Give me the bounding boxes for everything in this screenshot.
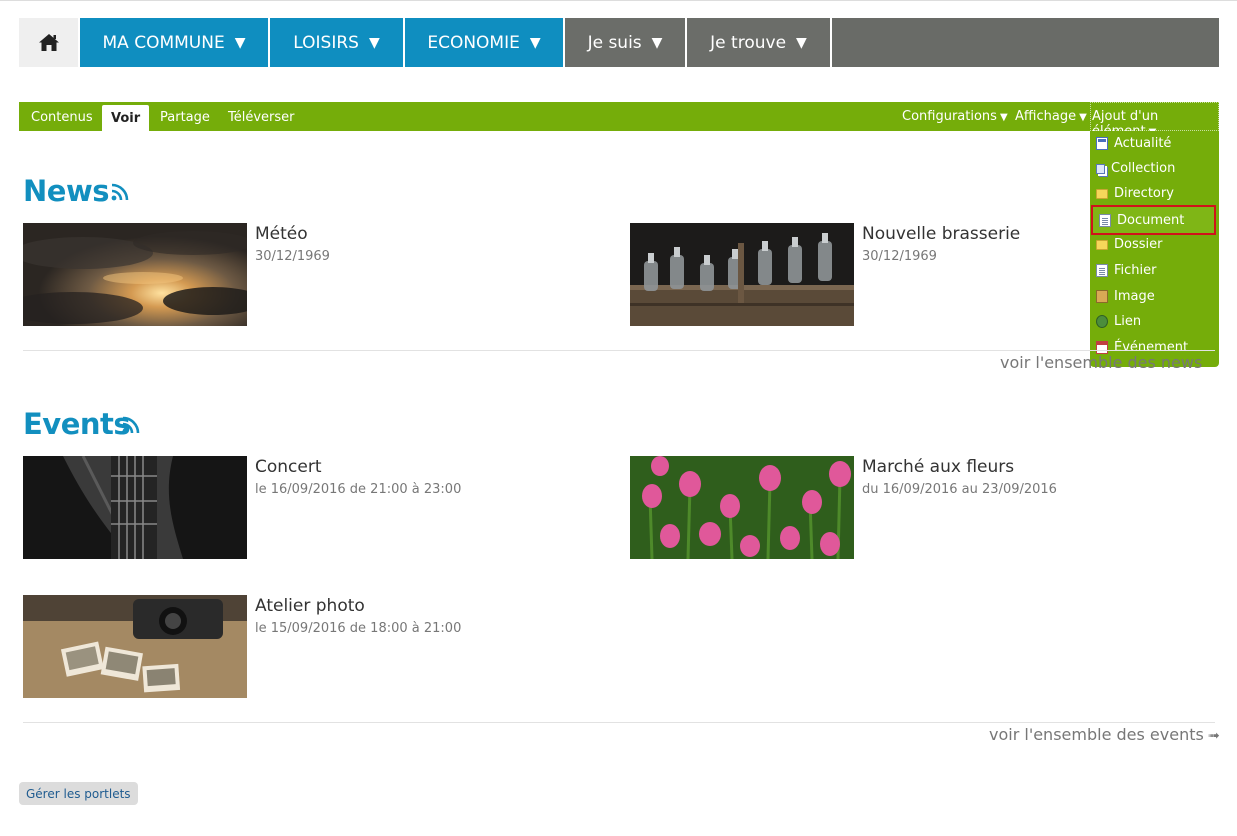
nav-label: MA COMMUNE bbox=[102, 32, 225, 53]
menu-ajout-element[interactable]: Ajout d'un élément▼ bbox=[1090, 102, 1219, 139]
nav-filler bbox=[830, 18, 1219, 67]
news-more-link[interactable]: voir l'ensemble des news bbox=[1000, 353, 1202, 372]
chevron-down-icon: ▼ bbox=[529, 34, 541, 51]
add-fichier[interactable]: Fichier bbox=[1090, 258, 1219, 283]
dropdown-label: Fichier bbox=[1114, 263, 1157, 278]
nav-label: ECONOMIE bbox=[427, 32, 520, 53]
add-element-dropdown: Actualité Collection Directory Document … bbox=[1090, 131, 1219, 367]
chevron-down-icon: ▼ bbox=[234, 34, 246, 51]
news-item-title[interactable]: Météo bbox=[255, 224, 308, 244]
event-image-concert[interactable] bbox=[23, 456, 247, 559]
tab-televerser[interactable]: Téléverser bbox=[228, 110, 295, 125]
nav-je-trouve[interactable]: Je trouve ▼ bbox=[685, 18, 830, 67]
add-actualite[interactable]: Actualité bbox=[1090, 131, 1219, 156]
event-item-date: le 16/09/2016 de 21:00 à 23:00 bbox=[255, 482, 462, 497]
nav-label: Je trouve bbox=[710, 32, 787, 53]
image-icon bbox=[1096, 290, 1108, 303]
nav-economie[interactable]: ECONOMIE ▼ bbox=[403, 18, 563, 67]
add-directory[interactable]: Directory bbox=[1090, 181, 1219, 206]
home-icon bbox=[38, 34, 59, 51]
tab-partage[interactable]: Partage bbox=[160, 110, 210, 125]
dropdown-label: Image bbox=[1114, 289, 1155, 304]
events-divider bbox=[23, 722, 1215, 723]
folder-icon bbox=[1096, 188, 1108, 199]
news-title: News bbox=[23, 174, 110, 208]
chevron-down-icon: ▼ bbox=[796, 34, 807, 51]
add-image[interactable]: Image bbox=[1090, 284, 1219, 309]
caret-down-icon: ▼ bbox=[999, 112, 1008, 123]
tab-voir[interactable]: Voir bbox=[102, 105, 150, 131]
menu-label: Affichage bbox=[1015, 109, 1077, 124]
edit-bar: Contenus Voir Partage Téléverser Configu… bbox=[19, 102, 1219, 139]
rss-icon[interactable] bbox=[111, 183, 129, 201]
dropdown-label: Document bbox=[1117, 212, 1185, 228]
event-item-title[interactable]: Concert bbox=[255, 457, 322, 477]
events-title: Events bbox=[23, 407, 131, 441]
news-item-date: 30/12/1969 bbox=[862, 249, 937, 264]
dropdown-label: Actualité bbox=[1114, 136, 1172, 151]
caret-down-icon: ▼ bbox=[1079, 112, 1087, 123]
nav-loisirs[interactable]: LOISIRS ▼ bbox=[268, 18, 403, 67]
news-item-title[interactable]: Nouvelle brasserie bbox=[862, 224, 1020, 244]
nav-label: LOISIRS bbox=[293, 32, 359, 53]
event-item-title[interactable]: Marché aux fleurs bbox=[862, 457, 1014, 477]
menu-configurations[interactable]: Configurations ▼ bbox=[902, 109, 1008, 124]
menu-label: Configurations bbox=[902, 109, 997, 124]
event-item-date: du 16/09/2016 au 23/09/2016 bbox=[862, 482, 1057, 497]
news-image-brasserie[interactable] bbox=[630, 223, 854, 326]
folder-icon bbox=[1096, 239, 1108, 250]
event-image-atelier[interactable] bbox=[23, 595, 247, 698]
event-item-date: le 15/09/2016 de 18:00 à 21:00 bbox=[255, 621, 462, 636]
dropdown-label: Collection bbox=[1111, 161, 1176, 176]
nav-label: Je suis bbox=[587, 32, 642, 53]
news-icon bbox=[1096, 137, 1108, 150]
top-border bbox=[0, 0, 1237, 1]
link-icon bbox=[1096, 315, 1108, 328]
tab-contenus[interactable]: Contenus bbox=[31, 110, 93, 125]
file-icon bbox=[1096, 264, 1108, 277]
news-item-date: 30/12/1969 bbox=[255, 249, 330, 264]
add-lien[interactable]: Lien bbox=[1090, 309, 1219, 334]
add-dossier[interactable]: Dossier bbox=[1090, 232, 1219, 257]
manage-portlets-button[interactable]: Gérer les portlets bbox=[19, 782, 138, 805]
add-collection[interactable]: Collection bbox=[1090, 156, 1219, 181]
events-more-label: voir l'ensemble des events bbox=[989, 725, 1204, 744]
chevron-down-icon: ▼ bbox=[368, 34, 380, 51]
event-item-title[interactable]: Atelier photo bbox=[255, 596, 365, 616]
add-document[interactable]: Document bbox=[1091, 205, 1216, 235]
event-image-fleurs[interactable] bbox=[630, 456, 854, 559]
news-image-meteo[interactable] bbox=[23, 223, 247, 326]
dropdown-label: Lien bbox=[1114, 314, 1142, 329]
rss-icon[interactable] bbox=[122, 416, 140, 434]
collection-icon bbox=[1096, 163, 1105, 174]
menu-affichage[interactable]: Affichage ▼ bbox=[1015, 109, 1087, 124]
chevron-down-icon: ▼ bbox=[651, 34, 663, 51]
home-button[interactable] bbox=[19, 18, 78, 67]
nav-ma-commune[interactable]: MA COMMUNE ▼ bbox=[78, 18, 268, 67]
nav-je-suis[interactable]: Je suis ▼ bbox=[563, 18, 685, 67]
document-icon bbox=[1099, 213, 1111, 227]
arrow-right-icon: ➟ bbox=[1207, 728, 1220, 744]
dropdown-label: Dossier bbox=[1114, 237, 1163, 252]
news-divider bbox=[23, 350, 1215, 351]
dropdown-label: Directory bbox=[1114, 186, 1174, 201]
main-navigation: MA COMMUNE ▼ LOISIRS ▼ ECONOMIE ▼ Je sui… bbox=[19, 18, 1219, 67]
events-more-link[interactable]: voir l'ensemble des events ➟ bbox=[989, 725, 1220, 744]
